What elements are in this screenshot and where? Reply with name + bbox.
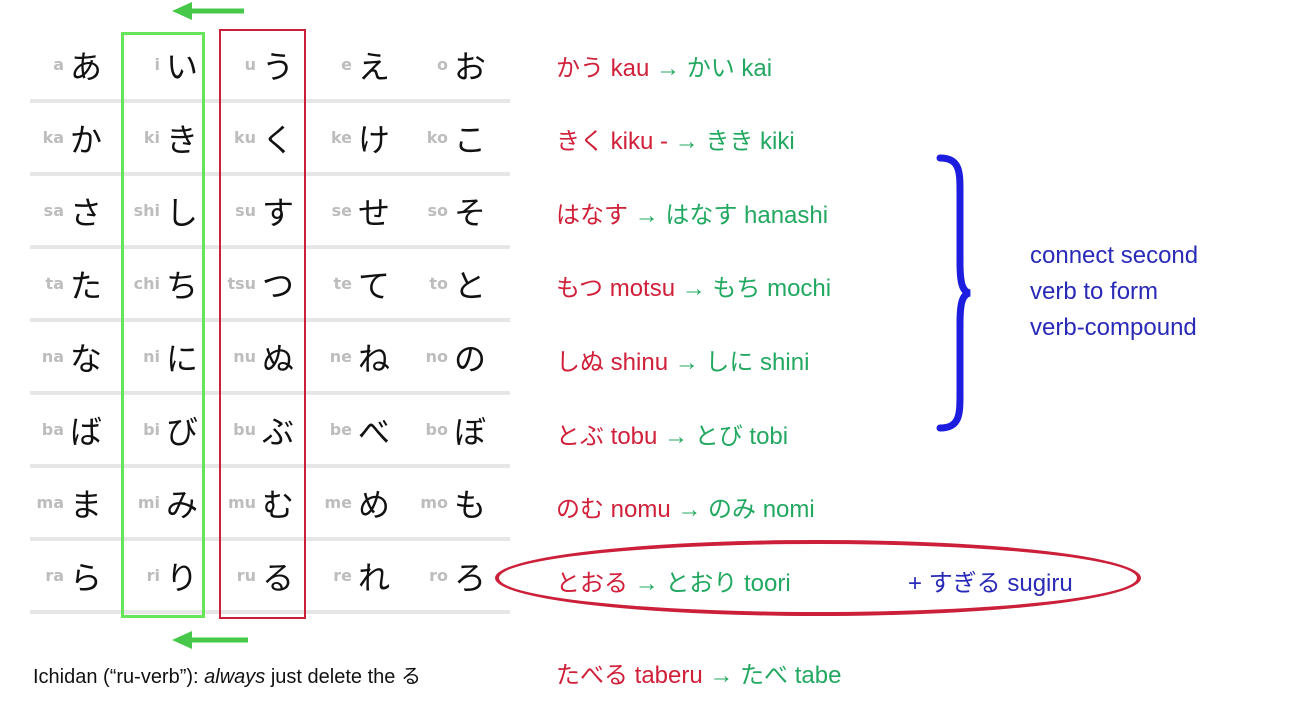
romaji: ne	[329, 347, 352, 366]
romaji: bo	[425, 420, 448, 439]
kana: も	[454, 485, 487, 524]
verb-source: きく kiku -	[556, 128, 669, 155]
sugiru-label: + すぎる sugiru	[908, 570, 1073, 597]
note-line: verb-compound	[1030, 314, 1197, 341]
verb-source: はなす	[556, 202, 628, 229]
kana: ね	[358, 339, 391, 378]
kana: べ	[358, 412, 391, 451]
arrow: →	[628, 202, 666, 229]
curly-brace-icon	[936, 154, 971, 432]
verb-result: もち mochi	[712, 275, 832, 302]
caption-emphasis: always	[204, 666, 266, 688]
kana: ま	[70, 485, 103, 524]
kana: た	[70, 266, 103, 305]
arrow: →	[702, 662, 741, 689]
arrow: →	[668, 349, 706, 376]
romaji: me	[324, 493, 352, 512]
kana: え	[358, 47, 391, 86]
kana: け	[358, 120, 391, 159]
romaji: te	[333, 274, 353, 293]
caption-text: Ichidan (“ru-verb”):	[33, 666, 205, 688]
conjugation-hanasu: はなす → はなす hanashi	[556, 195, 828, 230]
caption-text: just delete the る	[265, 666, 421, 688]
note-line: connect second	[1030, 242, 1199, 269]
romaji: na	[41, 347, 64, 366]
kana: お	[454, 47, 487, 86]
kana: め	[358, 485, 391, 524]
verb-source: しぬ shinu	[556, 349, 669, 376]
romaji: ko	[426, 128, 448, 147]
conjugation-tobu: とぶ tobu → とび tobi	[556, 416, 788, 451]
verb-source: たべる taberu	[556, 662, 703, 689]
romaji: ta	[45, 274, 64, 293]
verb-result: しに shini	[705, 349, 810, 376]
note-line: verb to form	[1030, 278, 1159, 305]
romaji: mo	[420, 493, 448, 512]
verb-result: きき kiki	[705, 128, 795, 155]
arrow: →	[649, 55, 687, 82]
arrow: →	[670, 496, 709, 523]
kana: ら	[70, 558, 103, 597]
kana: て	[358, 266, 391, 305]
conjugation-shinu: しぬ shinu → しに shini	[556, 342, 809, 377]
verb-result: たべ tabe	[740, 662, 842, 689]
romaji: no	[425, 347, 448, 366]
kana: さ	[70, 193, 103, 232]
arrow: →	[668, 128, 706, 155]
u-column-highlight	[219, 29, 306, 619]
kana: か	[70, 120, 103, 159]
verb-result: はなす hanashi	[665, 202, 829, 229]
romaji: sa	[43, 201, 64, 220]
bottom-left-arrow-icon	[172, 631, 248, 649]
verb-result: かい kai	[686, 55, 773, 82]
kana: ぼ	[454, 412, 487, 451]
romaji: to	[429, 274, 448, 293]
arrow: →	[657, 423, 695, 450]
compound-note: connect second verb to form verb-compoun…	[1030, 238, 1198, 346]
kana: の	[454, 339, 487, 378]
romaji: ra	[45, 566, 64, 585]
i-column-highlight	[121, 32, 205, 618]
verb-result: のみ nomi	[708, 496, 815, 523]
conjugation-motsu: もつ motsu → もち mochi	[556, 268, 831, 303]
romaji: ba	[41, 420, 64, 439]
romaji: a	[53, 55, 64, 74]
kana: ろ	[454, 558, 487, 597]
verb-source: かう kau	[556, 55, 650, 82]
kana: そ	[454, 193, 487, 232]
kana: ば	[70, 412, 103, 451]
conjugation-kiku: きく kiku - → きき kiki	[556, 121, 795, 156]
arrow: →	[675, 275, 713, 302]
conjugation-taberu: たべる taberu → たべ tabe	[556, 655, 841, 690]
romaji: e	[341, 55, 352, 74]
romaji: se	[331, 201, 352, 220]
kana: な	[70, 339, 103, 378]
conjugation-kau: かう kau → かい kai	[556, 48, 772, 83]
romaji: ka	[42, 128, 64, 147]
romaji: re	[333, 566, 352, 585]
kana: せ	[358, 193, 391, 232]
verb-source: もつ motsu	[556, 275, 676, 302]
romaji: ke	[330, 128, 352, 147]
romaji: ro	[429, 566, 448, 585]
verb-source: のむ nomu	[556, 496, 671, 523]
kana: れ	[358, 558, 391, 597]
romaji: o	[437, 55, 448, 74]
verb-result: とび tobi	[694, 423, 789, 450]
verb-source: とぶ tobu	[556, 423, 658, 450]
top-left-arrow-icon	[172, 2, 244, 20]
romaji: ma	[36, 493, 64, 512]
kana: と	[454, 266, 487, 305]
ichidan-caption: Ichidan (“ru-verb”): always just delete …	[33, 660, 421, 689]
romaji: be	[329, 420, 352, 439]
romaji: so	[427, 201, 448, 220]
kana: こ	[454, 120, 487, 159]
conjugation-nomu: のむ nomu → のみ nomi	[556, 489, 815, 524]
kana: あ	[70, 47, 103, 86]
